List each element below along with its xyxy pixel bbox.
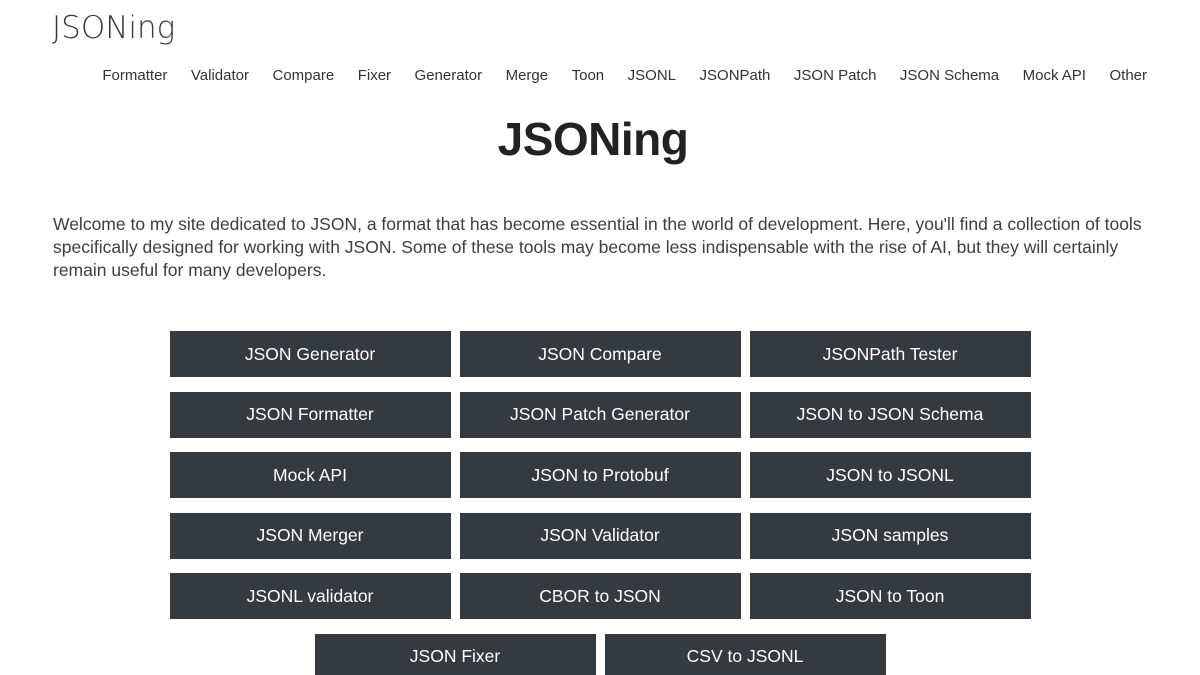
tool-button-cbor-to-json[interactable]: CBOR to JSON (459, 573, 741, 619)
tool-button-json-generator[interactable]: JSON Generator (169, 331, 451, 377)
nav-link-mock-api[interactable]: Mock API (1023, 66, 1086, 86)
tool-button-json-to-protobuf[interactable]: JSON to Protobuf (459, 452, 741, 498)
site-logo[interactable]: JSONing (52, 10, 175, 46)
tool-button-json-to-toon[interactable]: JSON to Toon (749, 573, 1031, 619)
nav-link-other[interactable]: Other (1109, 66, 1147, 86)
tool-button-json-to-json-schema[interactable]: JSON to JSON Schema (749, 391, 1031, 438)
tools-grid: JSON Generator JSON Compare JSONPath Tes… (169, 331, 1031, 675)
nav-link-jsonl[interactable]: JSONL (628, 66, 676, 86)
tool-button-json-fixer[interactable]: JSON Fixer (314, 633, 596, 675)
nav-link-generator[interactable]: Generator (415, 66, 483, 86)
tool-button-json-compare[interactable]: JSON Compare (459, 331, 741, 377)
tool-button-mock-api[interactable]: Mock API (169, 452, 451, 498)
nav-link-jsonpath[interactable]: JSONPath (700, 66, 771, 86)
page-title: JSONing (497, 113, 689, 165)
intro-paragraph: Welcome to my site dedicated to JSON, a … (53, 214, 1142, 280)
page: JSONing Formatter Validator Compare Fixe… (0, 0, 1200, 675)
nav-link-validator[interactable]: Validator (191, 66, 249, 86)
tool-button-jsonpath-tester[interactable]: JSONPath Tester (749, 331, 1031, 377)
tool-button-csv-to-jsonl[interactable]: CSV to JSONL (604, 633, 886, 675)
nav-link-json-schema[interactable]: JSON Schema (900, 66, 999, 86)
nav-link-fixer[interactable]: Fixer (358, 66, 391, 86)
nav-link-compare[interactable]: Compare (273, 66, 335, 86)
tool-button-jsonl-validator[interactable]: JSONL validator (169, 573, 451, 619)
tool-button-json-samples[interactable]: JSON samples (749, 512, 1031, 559)
nav-link-merge[interactable]: Merge (506, 66, 549, 86)
tool-button-json-patch-generator[interactable]: JSON Patch Generator (459, 391, 741, 438)
tool-button-json-validator[interactable]: JSON Validator (459, 512, 741, 559)
tool-button-json-formatter[interactable]: JSON Formatter (169, 391, 451, 438)
nav-link-toon[interactable]: Toon (572, 66, 605, 86)
nav-link-formatter[interactable]: Formatter (102, 66, 167, 86)
top-nav: Formatter Validator Compare Fixer Genera… (0, 66, 1147, 86)
nav-link-json-patch[interactable]: JSON Patch (794, 66, 877, 86)
tool-button-json-to-jsonl[interactable]: JSON to JSONL (749, 452, 1031, 498)
tool-button-json-merger[interactable]: JSON Merger (169, 512, 451, 559)
